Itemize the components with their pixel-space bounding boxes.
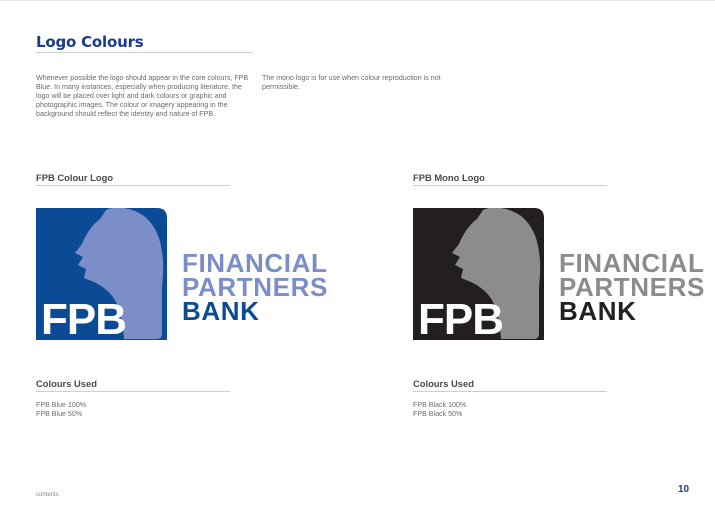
fpb-colour-logo: FPB [36,208,167,340]
colour-logo-monogram: FPB [41,295,126,340]
intro-text-right: The mono logo is for use when colour rep… [262,74,441,91]
mono-logo-colours-heading: Colours Used [413,378,474,389]
fpb-mono-logo: FPB [413,208,544,340]
colour-logo-colours-rule [36,391,230,392]
wordmark-line-bank: BANK [559,296,637,326]
mono-logo-heading: FPB Mono Logo [413,172,485,183]
colour-swatch-label: FPB Black 50% [413,410,463,418]
colour-swatch-label: FPB Black 100% [413,401,467,409]
mono-logo-monogram: FPB [418,295,503,340]
mono-logo-wordmark: FINANCIAL PARTNERS BANK [559,250,705,326]
colour-swatch-label: FPB Blue 50% [36,410,83,418]
contents-link[interactable]: contents [36,492,59,498]
title-underline [36,52,253,53]
colour-logo-mark: FPB [36,208,167,340]
wordmark-line-bank: BANK [182,296,260,326]
colour-logo-colours-heading: Colours Used [36,378,97,389]
intro-text-left: Whenever possible the logo should appear… [36,74,249,118]
mono-logo-mark: FPB [413,208,544,340]
colour-logo-heading-rule [36,185,230,186]
mono-logo-heading-rule [413,185,607,186]
colour-logo-wordmark: FINANCIAL PARTNERS BANK [182,250,328,326]
colour-logo-heading: FPB Colour Logo [36,172,114,183]
page-title: Logo Colours [36,33,144,51]
colour-swatch-label: FPB Blue 100% [36,401,87,409]
mono-logo-colours-rule [413,391,607,392]
top-border [0,0,715,1]
page-number: 10 [678,484,690,495]
